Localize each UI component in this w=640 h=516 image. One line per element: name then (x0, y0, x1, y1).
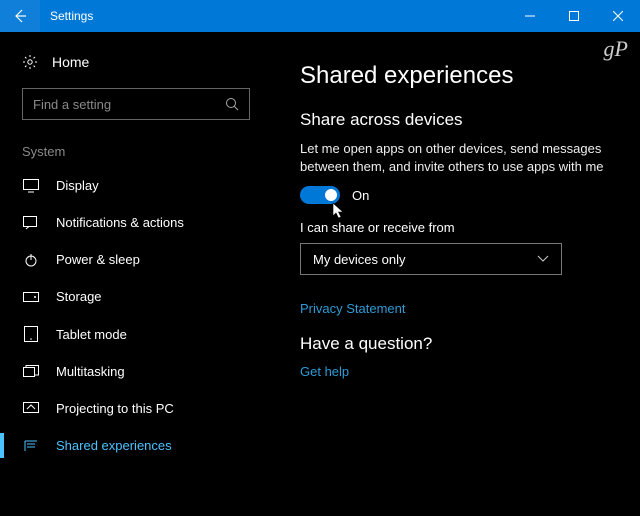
minimize-button[interactable] (508, 0, 552, 32)
notifications-icon (22, 216, 40, 230)
sidebar-item-tablet[interactable]: Tablet mode (0, 315, 272, 353)
privacy-link[interactable]: Privacy Statement (300, 301, 406, 316)
group-label: System (0, 138, 272, 167)
chevron-down-icon (537, 255, 549, 263)
toggle-knob (325, 189, 337, 201)
multitasking-icon (22, 365, 40, 379)
search-box[interactable] (22, 88, 250, 120)
sidebar-item-multitasking[interactable]: Multitasking (0, 353, 272, 390)
gear-icon (22, 54, 38, 70)
sidebar-item-display[interactable]: Display (0, 167, 272, 204)
maximize-button[interactable] (552, 0, 596, 32)
share-toggle[interactable] (300, 186, 340, 204)
display-icon (22, 179, 40, 193)
sidebar-item-label: Display (56, 178, 99, 193)
back-button[interactable] (0, 0, 40, 32)
sidebar-item-storage[interactable]: Storage (0, 278, 272, 315)
share-from-dropdown[interactable]: My devices only (300, 243, 562, 275)
home-label: Home (52, 54, 89, 70)
section-share-title: Share across devices (300, 110, 612, 130)
sidebar: Home System Display Notifications & acti… (0, 32, 272, 516)
sidebar-item-shared-experiences[interactable]: Shared experiences (0, 427, 272, 464)
sidebar-item-projecting[interactable]: Projecting to this PC (0, 390, 272, 427)
close-icon (613, 11, 623, 21)
page-title: Shared experiences (300, 62, 612, 90)
search-icon (225, 97, 239, 111)
sidebar-item-power[interactable]: Power & sleep (0, 241, 272, 278)
sidebar-item-label: Tablet mode (56, 327, 127, 342)
back-arrow-icon (12, 8, 28, 24)
get-help-link[interactable]: Get help (300, 364, 349, 379)
home-nav[interactable]: Home (0, 50, 272, 82)
sidebar-item-label: Shared experiences (56, 438, 172, 453)
sidebar-item-label: Multitasking (56, 364, 125, 379)
section-share-description: Let me open apps on other devices, send … (300, 140, 612, 176)
projecting-icon (22, 402, 40, 416)
sidebar-item-label: Storage (56, 289, 102, 304)
sidebar-item-label: Notifications & actions (56, 215, 184, 230)
minimize-icon (525, 11, 535, 21)
search-input[interactable] (33, 97, 213, 112)
power-icon (22, 253, 40, 267)
window-title: Settings (40, 9, 93, 23)
toggle-state-label: On (352, 188, 369, 203)
close-button[interactable] (596, 0, 640, 32)
sidebar-item-label: Power & sleep (56, 252, 140, 267)
tablet-icon (22, 326, 40, 342)
share-from-label: I can share or receive from (300, 220, 612, 235)
maximize-icon (569, 11, 579, 21)
watermark: gP (604, 36, 628, 62)
sidebar-item-label: Projecting to this PC (56, 401, 174, 416)
cursor-icon (332, 202, 346, 220)
shared-experiences-icon (22, 439, 40, 453)
titlebar: Settings (0, 0, 640, 32)
dropdown-value: My devices only (313, 252, 405, 267)
content-pane: gP Shared experiences Share across devic… (272, 32, 640, 516)
storage-icon (22, 292, 40, 302)
sidebar-item-notifications[interactable]: Notifications & actions (0, 204, 272, 241)
have-question-title: Have a question? (300, 334, 612, 354)
